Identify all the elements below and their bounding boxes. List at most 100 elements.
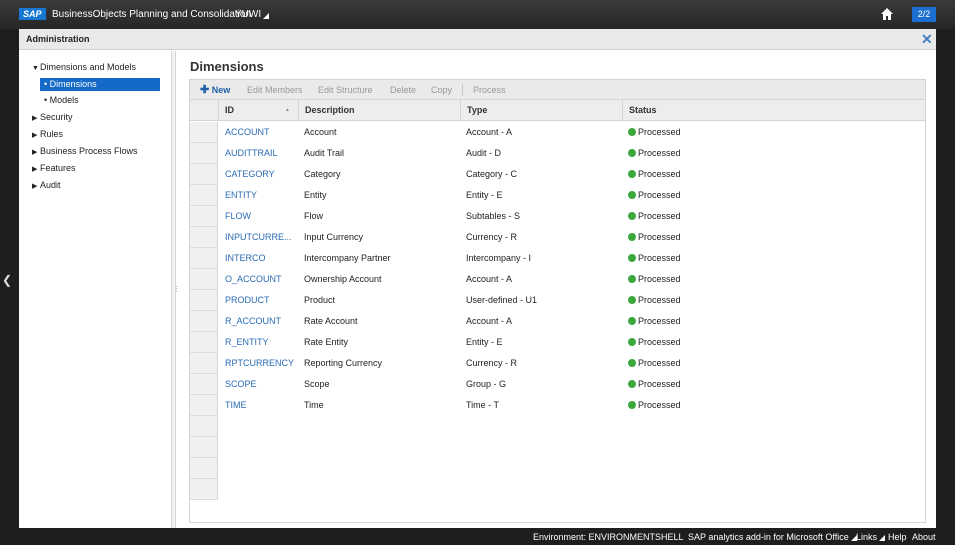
nav-dimensions[interactable]: • Dimensions (40, 78, 160, 91)
nav-security[interactable]: ▶ Security (32, 111, 73, 125)
row-header[interactable] (190, 227, 218, 248)
nav-business-process-flows[interactable]: ▶ Business Process Flows (32, 145, 138, 159)
status-ok-icon (628, 212, 636, 220)
table-row[interactable]: R_ACCOUNT Rate Account Account - A Processe… (190, 311, 925, 332)
cell-id[interactable]: AUDITTRAIL (225, 143, 300, 164)
delete-button[interactable]: Delete (390, 85, 416, 96)
table-row[interactable]: TIME Time Time - T Processed (190, 395, 925, 416)
cell-type: Account - A (466, 127, 513, 137)
cell-status: Processed (628, 311, 918, 332)
row-header[interactable] (190, 185, 218, 206)
about-link[interactable]: About (912, 532, 936, 542)
table-row[interactable]: INPUTCURRE... Input Currency Currency - R P… (190, 227, 925, 248)
cell-description: Audit Trail (304, 148, 345, 158)
table-row[interactable]: ENTITY Entity Entity - E Processed (190, 185, 925, 206)
table-row[interactable]: FLOW Flow Subtables - S Processed (190, 206, 925, 227)
addin-menu[interactable]: SAP analytics add-in for Microsoft Offic… (688, 532, 857, 542)
cell-id[interactable]: SCOPE (225, 374, 300, 395)
nav-features[interactable]: ▶ Features (32, 162, 76, 176)
cell-type: Account - A (466, 274, 513, 284)
edit-structure-button[interactable]: Edit Structure (318, 85, 373, 96)
home-icon[interactable] (880, 7, 894, 21)
cell-id[interactable]: ACCOUNT (225, 122, 300, 143)
row-header[interactable] (190, 248, 218, 269)
cell-id[interactable]: R_ENTITY (225, 332, 300, 353)
cell-type: User-defined - U1 (466, 295, 538, 305)
nav-models[interactable]: • Models (40, 94, 160, 107)
table-row[interactable]: RPTCURRENCY Reporting Currency Currency - … (190, 353, 925, 374)
column-header-id[interactable]: ID ▲ (218, 100, 298, 121)
user-menu[interactable]: YUWI (235, 8, 269, 21)
new-button[interactable]: ✚ New (200, 85, 230, 96)
row-header[interactable] (190, 269, 218, 290)
cell-id[interactable]: R_ACCOUNT (225, 311, 300, 332)
cell-description: Account (304, 127, 337, 137)
empty-table-row[interactable] (190, 416, 925, 437)
row-header[interactable] (190, 416, 218, 437)
cell-status: Processed (628, 248, 918, 269)
table-row[interactable]: SCOPE Scope Group - G Processed (190, 374, 925, 395)
table-row[interactable]: O_ACCOUNT Ownership Account Account - A Pro… (190, 269, 925, 290)
cell-id[interactable]: INPUTCURRE... (225, 227, 300, 248)
empty-table-row[interactable] (190, 458, 925, 479)
links-menu[interactable]: Links (856, 532, 885, 542)
cell-description: Intercompany Partner (304, 253, 391, 263)
cell-description: Rate Account (304, 316, 358, 326)
collapse-left-icon[interactable]: ❮ (2, 274, 12, 286)
page-indicator-button[interactable]: 2/2 (912, 7, 936, 22)
cell-id[interactable]: FLOW (225, 206, 300, 227)
select-all-corner[interactable] (190, 100, 218, 121)
table-row[interactable]: CATEGORY Category Category - C Processed (190, 164, 925, 185)
cell-status: Processed (628, 164, 918, 185)
cell-description: Input Currency (304, 232, 364, 242)
row-header[interactable] (190, 458, 218, 479)
cell-id[interactable]: CATEGORY (225, 164, 300, 185)
column-header-type[interactable]: Type (460, 100, 622, 121)
cell-status: Processed (628, 332, 918, 353)
panel-title: Administration (26, 34, 90, 44)
nav-dimensions-and-models[interactable]: ▼Dimensions and Models (32, 61, 136, 75)
expanded-triangle-icon: ▼ (32, 65, 39, 72)
cell-type: Account - A (466, 316, 513, 326)
row-header[interactable] (190, 311, 218, 332)
table-row[interactable]: ACCOUNT Account Account - A Processed (190, 122, 925, 143)
cell-id[interactable]: PRODUCT (225, 290, 300, 311)
row-header[interactable] (190, 395, 218, 416)
nav-audit[interactable]: ▶ Audit (32, 179, 61, 193)
cell-status: Processed (628, 353, 918, 374)
cell-id[interactable]: RPTCURRENCY (225, 353, 300, 374)
column-header-description[interactable]: Description (298, 100, 460, 121)
cell-id[interactable]: ENTITY (225, 185, 300, 206)
table-row[interactable]: PRODUCT Product User-defined - U1 Processed (190, 290, 925, 311)
process-button[interactable]: Process (473, 85, 506, 96)
row-header[interactable] (190, 332, 218, 353)
status-ok-icon (628, 296, 636, 304)
help-link[interactable]: Help (888, 532, 907, 542)
empty-table-row[interactable] (190, 479, 925, 500)
administration-panel: Administration ✕ ▼Dimensions and Models … (19, 29, 936, 528)
table-row[interactable]: INTERCO Intercompany Partner Intercompany … (190, 248, 925, 269)
close-icon[interactable]: ✕ (921, 32, 933, 46)
column-header-status[interactable]: Status (622, 100, 925, 121)
cell-id[interactable]: INTERCO (225, 248, 300, 269)
row-header[interactable] (190, 374, 218, 395)
row-header[interactable] (190, 206, 218, 227)
toolbar: ✚ New Edit Members Edit Structure Delete… (189, 79, 926, 99)
cell-id[interactable]: TIME (225, 395, 300, 416)
table-row[interactable]: R_ENTITY Rate Entity Entity - E Processed (190, 332, 925, 353)
row-header[interactable] (190, 143, 218, 164)
nav-rules[interactable]: ▶ Rules (32, 128, 63, 142)
row-header[interactable] (190, 353, 218, 374)
table-row[interactable]: AUDITTRAIL Audit Trail Audit - D Processed (190, 143, 925, 164)
row-header[interactable] (190, 479, 218, 500)
cell-id[interactable]: O_ACCOUNT (225, 269, 300, 290)
row-header[interactable] (190, 437, 218, 458)
copy-button[interactable]: Copy (431, 85, 452, 96)
row-header[interactable] (190, 290, 218, 311)
row-header[interactable] (190, 122, 218, 143)
row-header[interactable] (190, 164, 218, 185)
empty-table-row[interactable] (190, 437, 925, 458)
edit-members-button[interactable]: Edit Members (247, 85, 303, 96)
cell-type: Currency - R (466, 358, 518, 368)
status-ok-icon (628, 233, 636, 241)
